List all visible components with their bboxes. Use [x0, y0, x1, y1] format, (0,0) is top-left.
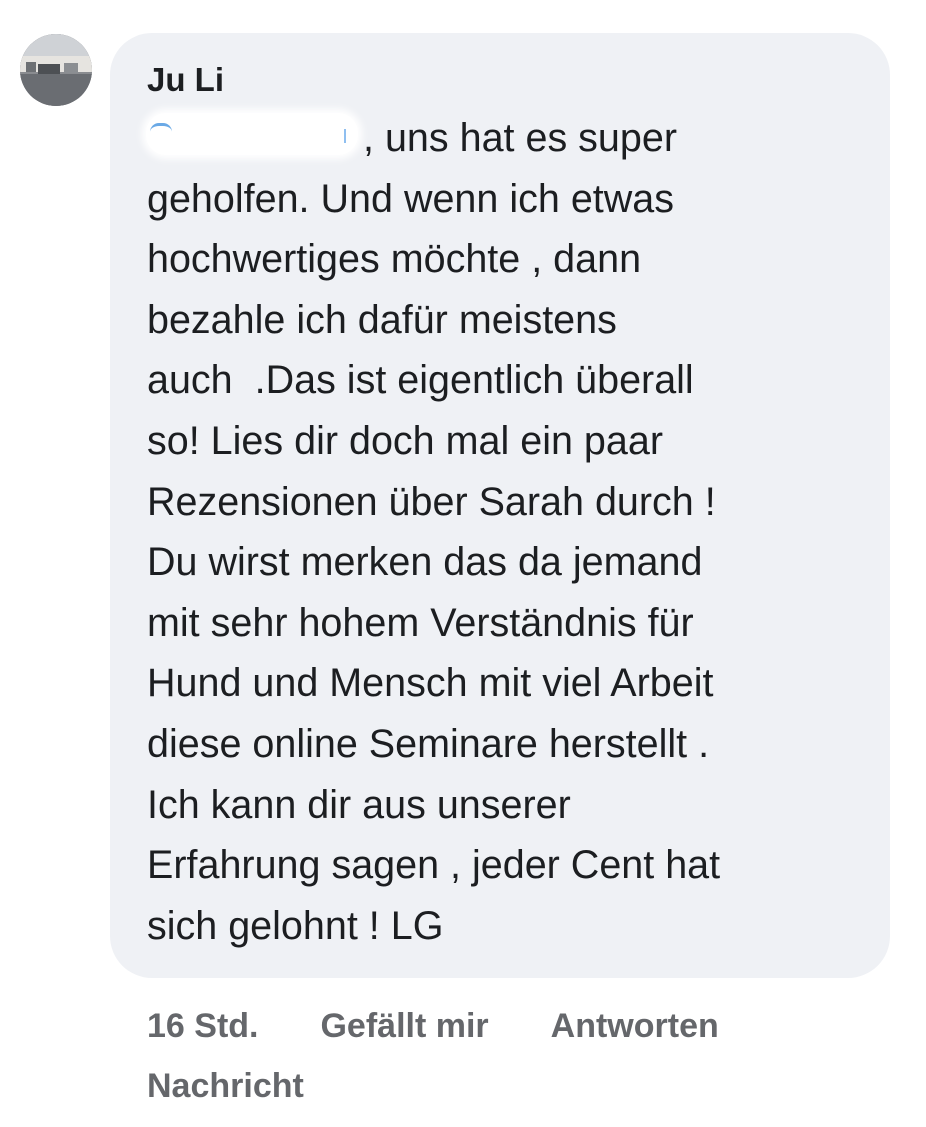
comment-text-line: Du wirst merken das da jemand [147, 540, 703, 585]
comment-text-line: Erfahrung sagen , jeder Cent hat [147, 843, 721, 888]
comment-text-line: Ich kann dir aus unserer [147, 782, 571, 827]
comment-text: , uns hat es super geholfen. Und wenn ic… [147, 108, 867, 956]
reply-button[interactable]: Antworten [551, 1000, 719, 1052]
comment-text-line: geholfen. Und wenn ich etwas [147, 176, 675, 221]
comment-text-line: , uns hat es super [363, 116, 677, 160]
comment-text-line: diese online Seminare herstellt . [147, 721, 710, 766]
comment-text-line: Hund und Mensch mit viel Arbeit [147, 661, 714, 706]
comment-text-line: bezahle ich dafür meistens [147, 297, 617, 342]
comment-text-line: hochwertiges möchte , dann [147, 237, 642, 282]
comment-actions: 16 Std. Gefällt mir Antworten Nachricht [147, 1000, 867, 1112]
comment-author-name[interactable]: Ju Li [147, 60, 224, 100]
like-button[interactable]: Gefällt mir [320, 1000, 488, 1052]
avatar[interactable] [20, 34, 92, 106]
comment-timestamp[interactable]: 16 Std. [147, 1000, 258, 1052]
comment-text-line: sich gelohnt ! LG [147, 903, 444, 948]
avatar-photo [20, 34, 92, 106]
comment-text-line: auch .Das ist eigentlich überall [147, 358, 694, 403]
comment-text-line: Rezensionen über Sarah durch ! [147, 479, 716, 524]
comment-text-line: mit sehr hohem Verständnis für [147, 600, 694, 645]
message-button[interactable]: Nachricht [147, 1060, 867, 1112]
comment-text-line: so! Lies dir doch mal ein paar [147, 418, 663, 463]
